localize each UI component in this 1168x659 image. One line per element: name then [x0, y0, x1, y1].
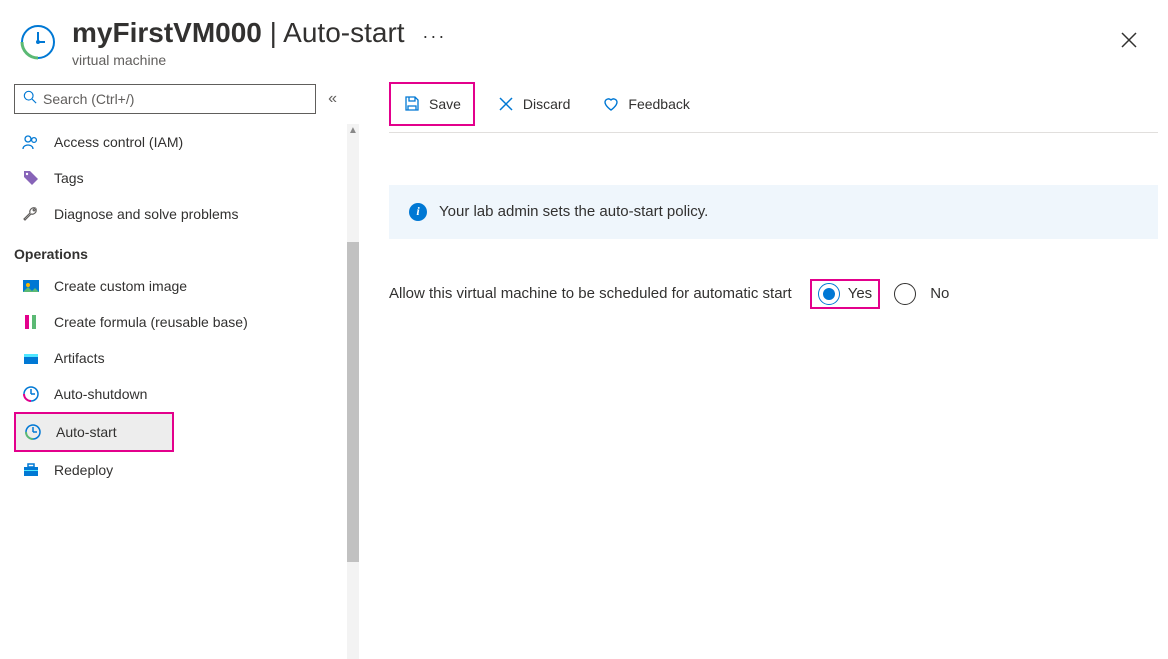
clock-red-icon: [22, 385, 40, 403]
save-label: Save: [429, 96, 461, 112]
sidebar-item-label: Auto-shutdown: [54, 386, 147, 402]
info-banner: i Your lab admin sets the auto-start pol…: [389, 185, 1158, 239]
sidebar-item-auto-start[interactable]: Auto-start: [16, 414, 172, 450]
people-icon: [22, 133, 40, 151]
search-box[interactable]: [14, 84, 316, 114]
package-icon: [22, 349, 40, 367]
discard-label: Discard: [523, 96, 570, 112]
sidebar-item-create-formula[interactable]: Create formula (reusable base): [14, 304, 343, 340]
auto-start-radio-group: Yes No: [810, 279, 950, 309]
heart-icon: [602, 95, 620, 113]
radio-no[interactable]: [894, 283, 916, 305]
discard-icon: [497, 95, 515, 113]
image-icon: [22, 277, 40, 295]
page-title: myFirstVM000 | Auto-start ···: [72, 16, 1100, 50]
more-button[interactable]: ···: [412, 22, 456, 50]
sidebar-item-label: Artifacts: [54, 350, 105, 366]
info-icon: i: [409, 203, 427, 221]
sidebar-item-diagnose[interactable]: Diagnose and solve problems: [14, 196, 343, 232]
sidebar-item-label: Auto-start: [56, 424, 117, 440]
collapse-sidebar-button[interactable]: «: [328, 90, 337, 108]
close-button[interactable]: [1114, 25, 1144, 58]
radio-yes-label: Yes: [848, 285, 872, 302]
page-subtitle: virtual machine: [72, 52, 1100, 68]
sidebar: « Access control (IAM) Tags: [0, 76, 365, 659]
feedback-button[interactable]: Feedback: [592, 86, 699, 122]
radio-yes[interactable]: [818, 283, 840, 305]
toolbar: Save Discard Feedback: [389, 76, 1158, 133]
search-input[interactable]: [43, 91, 307, 107]
info-text: Your lab admin sets the auto-start polic…: [439, 203, 708, 220]
clock-icon: [18, 22, 58, 62]
sidebar-item-artifacts[interactable]: Artifacts: [14, 340, 343, 376]
save-icon: [403, 95, 421, 113]
setting-label: Allow this virtual machine to be schedul…: [389, 285, 792, 302]
tag-icon: [22, 169, 40, 187]
clock-blue-icon: [24, 423, 42, 441]
page-header: myFirstVM000 | Auto-start ··· virtual ma…: [0, 0, 1168, 76]
main-content: Save Discard Feedback i: [365, 76, 1168, 659]
feedback-label: Feedback: [628, 96, 689, 112]
flask-icon: [22, 313, 40, 331]
save-button[interactable]: Save: [393, 86, 471, 122]
discard-button[interactable]: Discard: [487, 86, 580, 122]
sidebar-item-label: Redeploy: [54, 462, 113, 478]
sidebar-item-label: Diagnose and solve problems: [54, 206, 238, 222]
sidebar-item-redeploy[interactable]: Redeploy: [14, 452, 343, 488]
radio-no-label: No: [930, 285, 949, 302]
sidebar-item-auto-shutdown[interactable]: Auto-shutdown: [14, 376, 343, 412]
scroll-up-icon[interactable]: ▲: [347, 124, 359, 138]
briefcase-icon: [22, 461, 40, 479]
wrench-icon: [22, 205, 40, 223]
search-icon: [23, 90, 37, 107]
sidebar-section-operations: Operations: [14, 232, 365, 268]
sidebar-item-label: Create formula (reusable base): [54, 314, 248, 330]
scrollbar-thumb[interactable]: [347, 242, 359, 562]
sidebar-item-create-image[interactable]: Create custom image: [14, 268, 343, 304]
scrollbar[interactable]: ▲: [347, 124, 359, 659]
sidebar-item-label: Create custom image: [54, 278, 187, 294]
sidebar-item-tags[interactable]: Tags: [14, 160, 343, 196]
sidebar-item-label: Access control (IAM): [54, 134, 183, 150]
auto-start-setting: Allow this virtual machine to be schedul…: [389, 279, 1158, 309]
sidebar-item-label: Tags: [54, 170, 84, 186]
sidebar-item-access-control[interactable]: Access control (IAM): [14, 124, 343, 160]
